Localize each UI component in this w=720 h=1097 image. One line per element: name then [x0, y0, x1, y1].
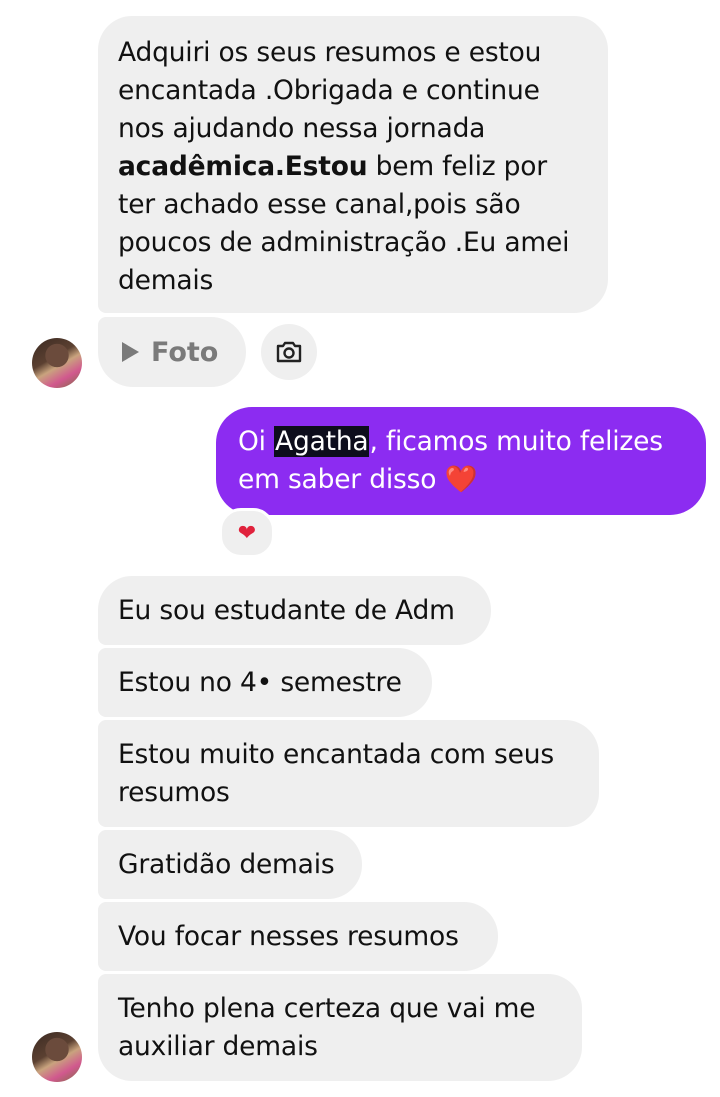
message-text: Adquiri os seus resumos e estou encantad… [118, 37, 542, 144]
contact-avatar[interactable] [32, 1032, 82, 1082]
received-message-bubble[interactable]: Gratidão demais [98, 830, 362, 899]
photo-message-bubble[interactable]: Foto [98, 317, 246, 387]
received-message-bubble[interactable]: Adquiri os seus resumos e estou encantad… [98, 16, 608, 313]
message-text: Gratidão demais [118, 849, 335, 880]
message-bold-text: acadêmica.Estou [118, 151, 368, 182]
message-text: Vou focar nesses resumos [118, 921, 459, 952]
contact-avatar[interactable] [32, 338, 82, 388]
highlighted-name: Agatha [274, 426, 370, 457]
received-message-bubble[interactable]: Eu sou estudante de Adm [98, 576, 491, 645]
received-message-bubble[interactable]: Estou muito encantada com seus resumos [98, 720, 599, 827]
received-message-bubble[interactable]: Vou focar nesses resumos [98, 902, 498, 971]
received-message-bubble[interactable]: Estou no 4• semestre [98, 648, 432, 717]
camera-button[interactable] [261, 324, 317, 380]
message-text: Tenho plena certeza que vai me auxiliar … [118, 993, 536, 1062]
heart-emoji: ❤️ [444, 464, 478, 495]
sent-message-bubble[interactable]: Oi Agatha, ficamos muito felizes em sabe… [216, 407, 706, 515]
received-message-bubble[interactable]: Tenho plena certeza que vai me auxiliar … [98, 974, 582, 1081]
message-text: Estou muito encantada com seus resumos [118, 739, 554, 808]
message-text: Eu sou estudante de Adm [118, 595, 455, 626]
play-icon [122, 342, 139, 362]
heart-reaction[interactable]: ❤ [219, 508, 275, 558]
heart-icon: ❤ [237, 520, 257, 546]
message-text: Estou no 4• semestre [118, 667, 402, 698]
message-text: Oi [238, 426, 275, 457]
photo-label: Foto [151, 336, 219, 368]
camera-icon [276, 341, 302, 363]
